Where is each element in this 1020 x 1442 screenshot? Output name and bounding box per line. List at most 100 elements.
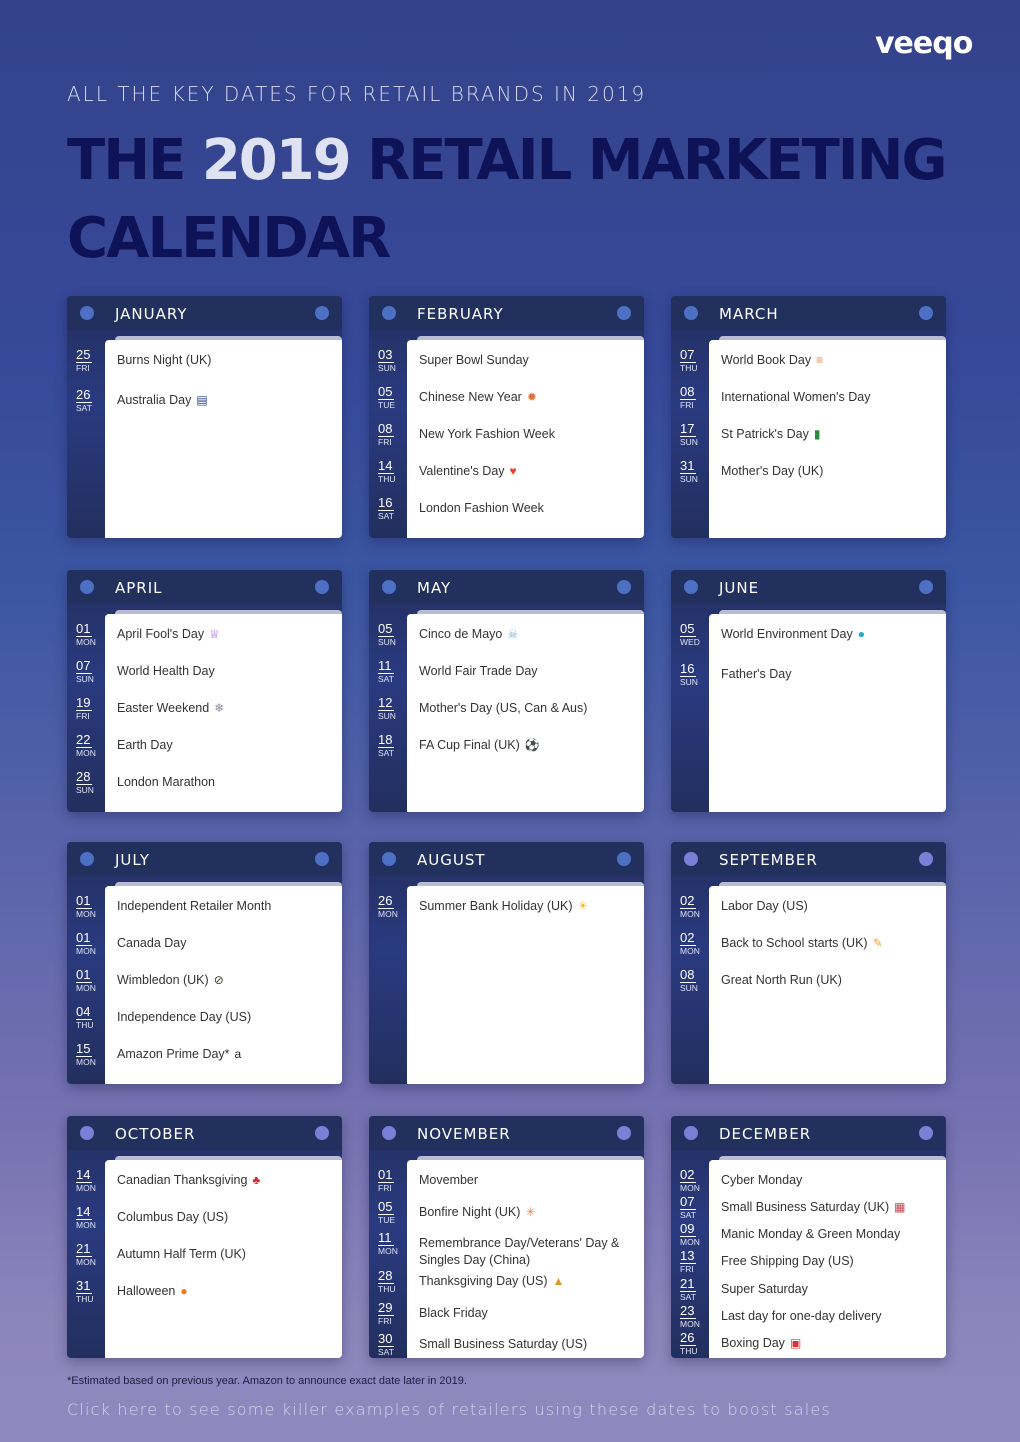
tennis-racket-icon: ⊘ [213,973,224,988]
event-date: 09 MON [680,1222,706,1247]
event-label: Burns Night (UK) [117,352,337,369]
event-date: 16 SUN [680,662,706,687]
event-day-number: 08 [680,384,696,400]
event-label-text: London Fashion Week [419,501,544,515]
event-label: Summer Bank Holiday (UK) ☀ [419,898,639,915]
event-date: 31 THU [76,1279,102,1304]
cta-link[interactable]: Click here to see some killer examples o… [67,1400,831,1419]
page-sheet [407,886,644,1084]
binder-ring-icon [919,306,933,320]
event-date: 02 MON [680,894,706,919]
event-day-number: 04 [76,1004,92,1020]
event-weekday: SUN [76,674,94,684]
event-label: Black Friday [419,1305,639,1322]
event-label: Labor Day (US) [721,898,941,915]
event-date: 15 MON [76,1042,102,1067]
event-day-number: 07 [680,347,696,363]
page-sheet [709,614,946,812]
event-date: 16 SAT [378,496,404,521]
event-label: Independence Day (US) [117,1009,337,1026]
binder-ring-icon [315,580,329,594]
event-date: 07 THU [680,348,706,373]
month-header [369,296,644,330]
event-label-text: Boxing Day [721,1335,785,1350]
event-weekday: MON [76,909,96,919]
event-label: World Health Day [117,663,337,680]
event-label-text: Wimbledon (UK) [117,973,209,987]
event-date: 05 WED [680,622,706,647]
event-label-text: Small Business Saturday (US) [419,1337,588,1352]
event-label-text: World Book Day [721,353,812,367]
gift-icon: ▣ [789,1336,802,1351]
event-label: Manic Monday & Green Monday [721,1226,941,1243]
event-date: 03 SUN [378,348,404,373]
shop-icon: ▦ [894,1200,906,1215]
month-name: MARCH [719,305,779,323]
month-name: APRIL [115,579,163,597]
event-weekday: MON [76,748,96,758]
event-weekday: THU [76,1020,94,1030]
event-weekday: FRI [680,400,694,410]
event-label-text: Black Friday [419,1305,488,1320]
event-label: Amazon Prime Day* a [117,1046,337,1063]
event-date: 07 SAT [680,1195,706,1220]
event-day-number: 01 [76,967,92,983]
month-card-april: APRIL 01 MON April Fool's Day ♕ 07 SUN World He… [67,570,342,812]
event-day-number: 01 [76,930,92,946]
event-day-number: 17 [680,421,696,437]
event-label: Wimbledon (UK) ⊘ [117,972,337,989]
event-day-number: 21 [680,1275,696,1292]
event-label: Earth Day [117,737,337,754]
event-date: 17 SUN [680,422,706,447]
event-day-number: 08 [378,421,394,437]
event-date: 05 TUE [378,1199,404,1225]
event-weekday: MON [680,1318,700,1329]
event-label: St Patrick's Day ▮ [721,426,941,443]
event-weekday: SAT [378,511,394,521]
footnote: *Estimated based on previous year. Amazo… [67,1375,467,1387]
event-date: 05 SUN [378,622,404,647]
event-day-number: 31 [680,458,696,474]
event-label-text: St Patrick's Day [721,427,809,441]
event-label-text: Valentine's Day [419,464,505,478]
event-weekday: SUN [378,363,396,373]
binder-ring-icon [684,1126,698,1140]
binder-ring-icon [315,1126,329,1140]
event-label-text: FA Cup Final (UK) [419,738,520,752]
event-date: 31 SUN [680,459,706,484]
binder-ring-icon [382,306,396,320]
month-card-august: AUGUST 26 MON Summer Bank Holiday (UK) ☀ [369,842,644,1084]
binder-ring-icon [919,852,933,866]
event-label-text: Back to School starts (UK) [721,936,868,950]
event-label: Super Saturday [721,1281,941,1298]
event-date: 18 SAT [378,733,404,758]
event-weekday: SAT [378,674,394,684]
event-label: Independent Retailer Month [117,898,337,915]
title-prefix: THE [67,128,202,193]
event-weekday: SUN [680,983,698,993]
event-weekday: FRI [680,1264,694,1275]
event-label-text: Last day for one-day delivery [721,1308,882,1323]
event-label-text: Easter Weekend [117,701,210,715]
event-weekday: SAT [680,1291,696,1302]
event-date: 23 MON [680,1303,706,1329]
event-label: London Marathon [117,774,337,791]
event-label-text: Chinese New Year [419,390,522,404]
event-day-number: 14 [378,458,394,474]
month-name: JULY [115,851,150,869]
event-date: 07 SUN [76,659,102,684]
event-weekday: FRI [76,363,90,373]
event-date: 30 SAT [378,1332,404,1357]
maple-leaf-icon: ♣ [252,1173,261,1188]
month-card-november: NOVEMBER 01 FRI Movember 05 TUE Bonfire Night … [369,1116,644,1358]
event-day-number: 26 [76,387,92,403]
event-date: 22 MON [76,733,102,758]
event-label: Canada Day [117,935,337,952]
event-weekday: MON [378,909,398,919]
event-date: 21 SAT [680,1275,706,1302]
event-date: 14 MON [76,1168,102,1193]
event-date: 11 SAT [378,659,404,684]
page-subtitle: ALL THE KEY DATES FOR RETAIL BRANDS IN 2… [67,82,647,106]
football-icon: ⚽ [524,738,540,753]
event-date: 01 FRI [378,1168,404,1193]
